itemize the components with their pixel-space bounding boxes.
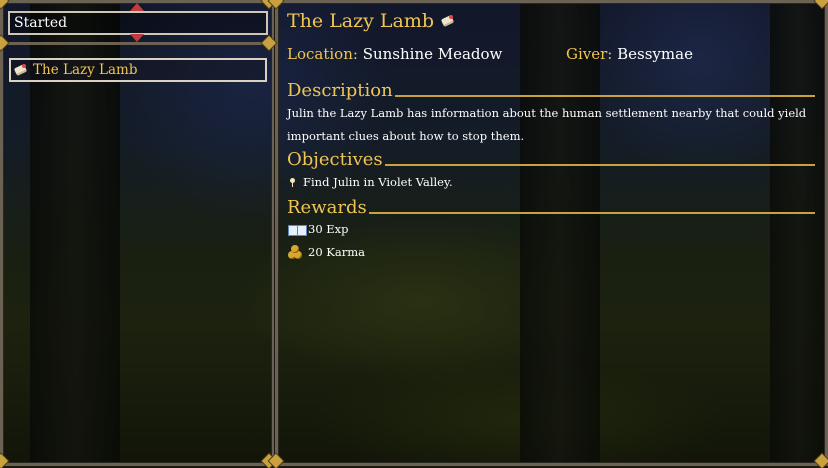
- objective-text: Find Julin in Violet Valley.: [303, 175, 453, 189]
- filter-up-arrow-icon[interactable]: [130, 3, 144, 11]
- quest-details-panel: [275, 0, 828, 466]
- quest-giver: Giver: Bessymae: [566, 45, 693, 63]
- reward-item: 20 Karma: [288, 243, 365, 261]
- objective-item: Find Julin in Violet Valley.: [290, 175, 453, 189]
- location-value: Sunshine Meadow: [362, 45, 503, 63]
- quest-list-item[interactable]: The Lazy Lamb: [9, 58, 267, 82]
- reward-item: 30 Exp: [288, 222, 349, 236]
- heading-rule: [394, 95, 815, 97]
- scroll-icon: [13, 63, 29, 77]
- objectives-heading-text: Objectives: [287, 149, 383, 170]
- rewards-heading-text: Rewards: [287, 197, 367, 218]
- quest-title: The Lazy Lamb: [287, 10, 456, 32]
- scroll-icon: [440, 14, 456, 28]
- heading-rule: [368, 212, 815, 214]
- quest-filter-value: Started: [14, 15, 68, 31]
- quest-description: Julin the Lazy Lamb has information abou…: [287, 106, 807, 143]
- description-heading-text: Description: [287, 80, 393, 101]
- reward-text: 30 Exp: [308, 222, 349, 236]
- filter-down-arrow-icon[interactable]: [130, 34, 144, 42]
- book-icon: [288, 224, 307, 236]
- quest-title-text: The Lazy Lamb: [287, 10, 435, 32]
- reward-text: 20 Karma: [308, 245, 365, 259]
- rewards-heading: Rewards: [287, 197, 815, 218]
- pin-icon: [290, 177, 295, 187]
- objectives-heading: Objectives: [287, 149, 815, 170]
- location-label: Location:: [287, 45, 358, 63]
- quest-filter-dropdown[interactable]: Started: [8, 11, 268, 35]
- quest-list-item-title: The Lazy Lamb: [33, 62, 138, 78]
- description-heading: Description: [287, 80, 815, 101]
- quest-location: Location: Sunshine Meadow: [287, 45, 502, 63]
- heading-rule: [384, 164, 815, 166]
- panel-divider: [0, 42, 275, 45]
- giver-value: Bessymae: [617, 45, 693, 63]
- giver-label: Giver:: [566, 45, 613, 63]
- coin-icon: [288, 243, 306, 261]
